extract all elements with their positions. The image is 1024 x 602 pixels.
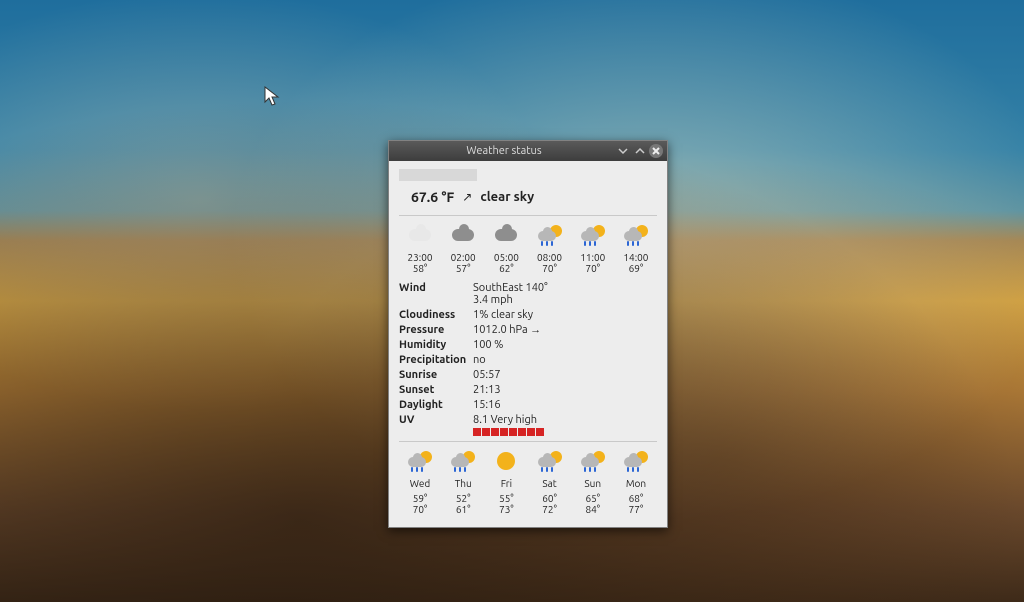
divider	[399, 441, 657, 442]
uv-value: 8.1 Very high	[473, 414, 657, 436]
sunrise-value: 05:57	[473, 369, 657, 381]
daily-high: 73°	[485, 504, 527, 515]
daylight-label: Daylight	[399, 399, 473, 411]
wind-label: Wind	[399, 282, 473, 306]
daily-high: 70°	[399, 504, 441, 515]
cloudiness-value: 1% clear sky	[473, 309, 657, 321]
daily-day: Fri	[485, 478, 527, 489]
weather-icon	[615, 448, 657, 474]
uv-label: UV	[399, 414, 473, 436]
uv-text: 8.1 Very high	[473, 414, 537, 426]
daily-forecast-item: Sat 60°72°	[529, 448, 571, 515]
weather-widget: Weather status 67.6 °F ↗ clear sky 23:00…	[388, 140, 668, 528]
daily-high: 72°	[529, 504, 571, 515]
daily-high: 77°	[615, 504, 657, 515]
hourly-forecast-row: 23:0058°02:0057°05:0062°08:0070°11:0070°…	[399, 222, 657, 274]
close-button[interactable]	[649, 144, 663, 158]
daily-day: Mon	[615, 478, 657, 489]
daily-day: Wed	[399, 478, 441, 489]
weather-icon	[442, 448, 484, 474]
weather-icon	[442, 222, 484, 248]
current-temp: 67.6 °F	[411, 189, 454, 205]
current-desc: clear sky	[480, 190, 534, 204]
hourly-time: 11:00	[572, 252, 614, 263]
precip-value: no	[473, 354, 657, 366]
hourly-forecast-item: 23:0058°	[399, 222, 441, 274]
hourly-temp: 58°	[399, 263, 441, 274]
daily-low: 65°	[572, 493, 614, 504]
window-title: Weather status	[395, 145, 613, 157]
details-section: WindSouthEast 140° 3.4 mph Cloudiness1% …	[399, 280, 657, 437]
window-titlebar[interactable]: Weather status	[389, 141, 667, 161]
hourly-time: 23:00	[399, 252, 441, 263]
sunset-label: Sunset	[399, 384, 473, 396]
hourly-temp: 62°	[485, 263, 527, 274]
pressure-value: 1012.0 hPa →	[473, 324, 657, 336]
collapse-up-button[interactable]	[632, 144, 647, 159]
weather-icon	[399, 448, 441, 474]
weather-icon	[399, 222, 441, 248]
location-placeholder	[399, 169, 477, 181]
daily-low: 52°	[442, 493, 484, 504]
weather-icon	[529, 222, 571, 248]
hourly-temp: 70°	[529, 263, 571, 274]
daylight-value: 15:16	[473, 399, 657, 411]
weather-icon	[615, 222, 657, 248]
weather-icon	[529, 448, 571, 474]
daily-low: 68°	[615, 493, 657, 504]
hourly-forecast-item: 14:0069°	[615, 222, 657, 274]
hourly-time: 08:00	[529, 252, 571, 263]
uv-index-icon	[473, 428, 657, 436]
weather-icon	[485, 448, 527, 474]
daily-high: 84°	[572, 504, 614, 515]
hourly-time: 14:00	[615, 252, 657, 263]
daily-forecast-item: Fri 55°73°	[485, 448, 527, 515]
current-conditions: 67.6 °F ↗ clear sky	[399, 189, 657, 205]
hourly-time: 05:00	[485, 252, 527, 263]
hourly-temp: 69°	[615, 263, 657, 274]
humidity-label: Humidity	[399, 339, 473, 351]
trend-arrow-icon: ↗	[462, 190, 472, 204]
sunset-value: 21:13	[473, 384, 657, 396]
daily-day: Sat	[529, 478, 571, 489]
daily-low: 60°	[529, 493, 571, 504]
cloudiness-label: Cloudiness	[399, 309, 473, 321]
weather-icon	[485, 222, 527, 248]
daily-forecast-item: Thu 52°61°	[442, 448, 484, 515]
weather-icon	[572, 448, 614, 474]
hourly-time: 02:00	[442, 252, 484, 263]
hourly-temp: 70°	[572, 263, 614, 274]
daily-low: 55°	[485, 493, 527, 504]
divider	[399, 215, 657, 216]
pressure-label: Pressure	[399, 324, 473, 336]
daily-low: 59°	[399, 493, 441, 504]
collapse-down-button[interactable]	[615, 144, 630, 159]
weather-icon	[572, 222, 614, 248]
daily-forecast-item: Sun 65°84°	[572, 448, 614, 515]
daily-forecast-item: Wed 59°70°	[399, 448, 441, 515]
hourly-forecast-item: 05:0062°	[485, 222, 527, 274]
daily-high: 61°	[442, 504, 484, 515]
precip-label: Precipitation	[399, 354, 473, 366]
hourly-forecast-item: 02:0057°	[442, 222, 484, 274]
daily-forecast-row: Wed59°70°Thu52°61°Fri55°73°Sat60°72°Sun6…	[399, 448, 657, 515]
daily-day: Thu	[442, 478, 484, 489]
daily-day: Sun	[572, 478, 614, 489]
wind-value: SouthEast 140° 3.4 mph	[473, 282, 657, 306]
hourly-temp: 57°	[442, 263, 484, 274]
sunrise-label: Sunrise	[399, 369, 473, 381]
hourly-forecast-item: 08:0070°	[529, 222, 571, 274]
daily-forecast-item: Mon 68°77°	[615, 448, 657, 515]
humidity-value: 100 %	[473, 339, 657, 351]
hourly-forecast-item: 11:0070°	[572, 222, 614, 274]
